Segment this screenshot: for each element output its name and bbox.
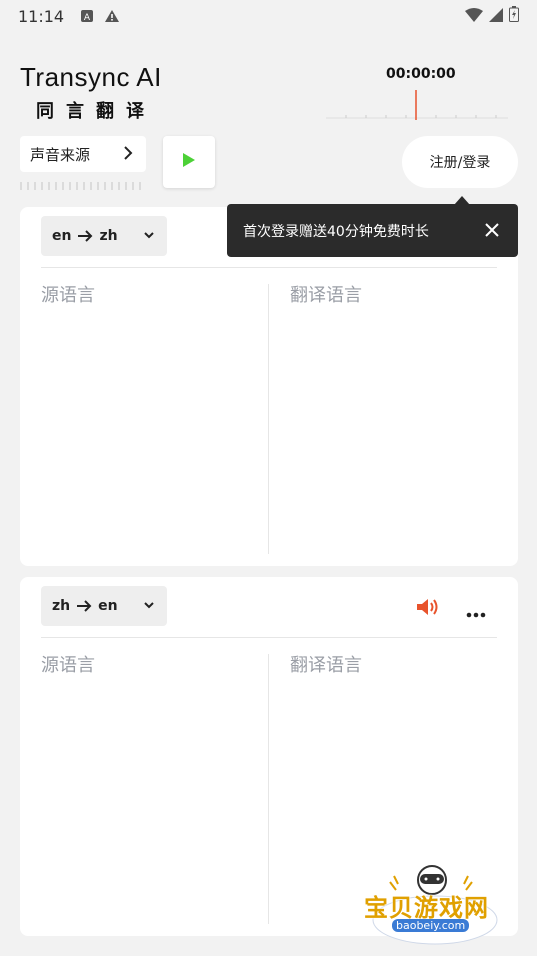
- chevron-down-icon: [143, 598, 155, 616]
- battery-icon: [509, 6, 519, 26]
- play-icon: [182, 152, 196, 172]
- speaker-icon[interactable]: [415, 596, 439, 622]
- warning-icon: [104, 9, 120, 23]
- lang-to-1: zh: [99, 228, 118, 244]
- brand-name-en: Transync AI: [20, 62, 162, 92]
- audio-waveform: [326, 90, 508, 120]
- arrow-right-icon: [76, 599, 92, 613]
- column-divider: [268, 654, 269, 924]
- translation-panel-1: en zh 源语言 翻译语言: [20, 207, 518, 566]
- status-right: [465, 6, 519, 26]
- source-text-area-2[interactable]: 源语言: [41, 651, 95, 677]
- toast-message: 首次登录赠送40分钟免费时长: [243, 223, 429, 240]
- lang-from-1: en: [52, 228, 72, 244]
- wifi-icon: [465, 7, 483, 26]
- svg-text:A: A: [84, 13, 91, 23]
- status-bar: 11:14 A: [0, 0, 537, 32]
- target-text-area-1[interactable]: 翻译语言: [290, 281, 362, 307]
- lang-to-2: en: [98, 598, 118, 614]
- session-timer: 00:00:00: [386, 66, 456, 82]
- brand-name-cn: 同言翻译: [36, 101, 156, 122]
- brand-logo: Transync AI 同言翻译: [20, 62, 162, 123]
- language-pair-select-2[interactable]: zh en: [41, 586, 167, 626]
- panel-divider: [41, 267, 497, 268]
- more-icon[interactable]: [466, 603, 486, 622]
- login-register-button[interactable]: 注册/登录: [402, 136, 518, 188]
- sound-source-button[interactable]: 声音来源: [20, 136, 146, 172]
- login-register-label: 注册/登录: [429, 155, 491, 171]
- status-time: 11:14: [18, 6, 65, 26]
- watermark-url: baobeiy.com: [392, 919, 470, 932]
- close-icon[interactable]: [484, 222, 500, 242]
- level-meter: [20, 182, 141, 190]
- signal-icon: [489, 7, 503, 26]
- column-divider: [268, 284, 269, 554]
- arrow-right-icon: [77, 229, 93, 243]
- play-button[interactable]: [163, 136, 215, 188]
- language-pair-select-1[interactable]: en zh: [41, 216, 167, 256]
- panel-divider: [41, 637, 497, 638]
- lang-from-2: zh: [52, 598, 71, 614]
- a-icon: A: [80, 9, 94, 23]
- source-text-area-1[interactable]: 源语言: [41, 281, 95, 307]
- chevron-down-icon: [143, 228, 155, 246]
- login-promo-toast: 首次登录赠送40分钟免费时长: [227, 204, 518, 257]
- chevron-right-icon: [122, 144, 134, 166]
- target-text-area-2[interactable]: 翻译语言: [290, 651, 362, 677]
- watermark-text: 宝贝游戏网: [364, 894, 489, 922]
- sound-source-label: 声音来源: [30, 145, 91, 164]
